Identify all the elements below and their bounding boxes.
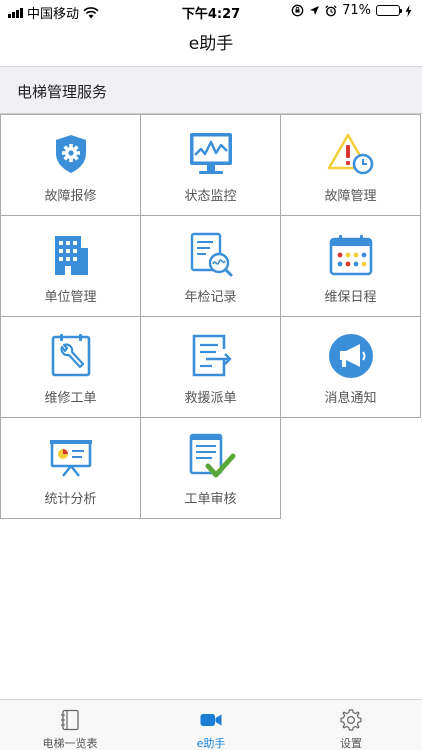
grid-item-label: 单位管理 [44,290,97,305]
notebook-icon [61,709,79,731]
video-camera-icon [200,714,222,726]
grid-item-label: 救援派单 [184,391,237,406]
section-header: 电梯管理服务 [0,66,422,114]
shield-gear-icon [56,135,86,173]
document-check-icon [189,433,236,478]
tab-bar: 电梯一览表 e助手 设置 [0,699,422,750]
grid-item-label: 消息通知 [324,391,377,406]
grid-item-rescue-dispatch[interactable]: 救援派单 [140,316,281,418]
tab-label: 电梯一览表 [42,737,98,750]
rotation-lock-icon [291,4,304,17]
status-bar: 中国移动 下午4:27 71% [0,0,422,22]
grid-item-label: 统计分析 [44,492,97,507]
grid-item-repair-order[interactable]: 维修工单 [0,316,141,418]
grid-item-label: 工单审核 [184,492,237,507]
grid-item-label: 故障管理 [324,189,377,204]
location-arrow-icon [310,6,320,15]
page-title: e助手 [188,34,234,54]
megaphone-icon [329,334,373,378]
grid-item-label: 状态监控 [184,189,237,204]
document-magnifier-icon [190,232,233,277]
wrench-clipboard-icon [51,334,91,377]
grid-item-fault-management[interactable]: 故障管理 [280,114,421,216]
tab-label: e助手 [196,737,226,750]
grid-item-status-monitor[interactable]: 状态监控 [140,114,281,216]
battery-icon [376,5,402,16]
grid-item-fault-report[interactable]: 故障报修 [0,114,141,216]
tab-elevator-list[interactable]: 电梯一览表 [0,700,140,750]
nav-bar: e助手 [0,22,422,66]
tab-label: 设置 [340,737,362,750]
calendar-icon [329,235,373,276]
building-icon [55,236,88,275]
grid-item-annual-inspection[interactable]: 年检记录 [140,215,281,317]
grid-item-statistics[interactable]: 统计分析 [0,417,141,519]
grid-item-unit-management[interactable]: 单位管理 [0,215,141,317]
grid-item-order-review[interactable]: 工单审核 [140,417,281,519]
tab-settings[interactable]: 设置 [281,700,421,750]
tab-e-assistant[interactable]: e助手 [141,700,281,750]
grid-item-label: 维保日程 [324,290,377,305]
grid-item-label: 年检记录 [184,290,237,305]
battery-percent: 71% [342,3,371,18]
alarm-icon [325,4,337,16]
grid-item-label: 故障报修 [44,189,97,204]
grid-item-maintenance-schedule[interactable]: 维保日程 [280,215,421,317]
warning-clock-icon [327,133,374,175]
gear-icon [340,709,362,731]
document-arrow-icon [192,334,232,377]
grid-item-message-notification[interactable]: 消息通知 [280,316,421,418]
charging-bolt-icon [405,4,412,17]
monitor-chart-icon [190,133,232,174]
grid-item-label: 维修工单 [44,391,97,406]
presentation-board-icon [50,440,92,477]
section-title: 电梯管理服务 [17,83,108,101]
